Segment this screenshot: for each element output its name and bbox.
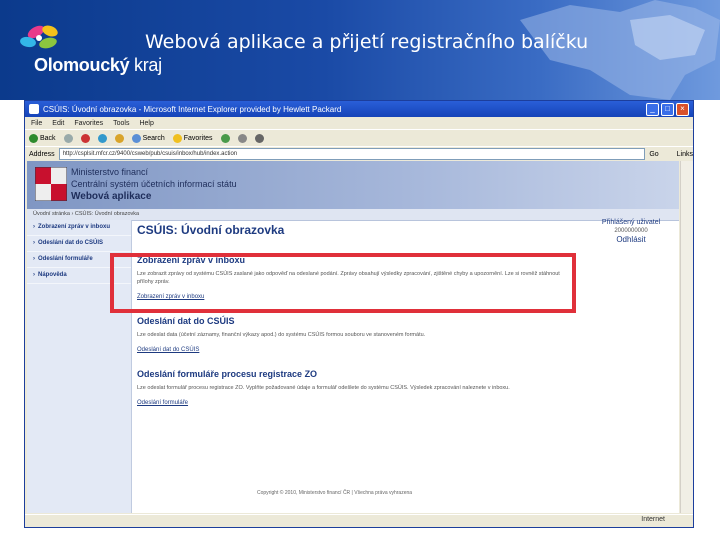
star-icon <box>172 133 182 143</box>
vertical-scrollbar[interactable] <box>680 161 693 513</box>
page-heading: CSÚIS: Úvodní obrazovka <box>137 223 285 237</box>
search-icon <box>131 133 141 143</box>
address-input[interactable]: http://csplsit.mfcr.cz/9400/csweb/pub/cs… <box>58 148 646 160</box>
search-label: Search <box>142 134 165 142</box>
ministry-name: Ministerstvo financí <box>71 167 149 177</box>
address-label: Address <box>29 150 55 158</box>
web-page: Ministerstvo financí Centrální systém úč… <box>27 161 679 513</box>
go-button[interactable]: Go <box>649 151 658 158</box>
refresh-button[interactable] <box>97 133 107 143</box>
search-button[interactable]: Search <box>131 133 165 143</box>
close-button[interactable]: × <box>676 103 689 116</box>
stop-icon <box>80 133 90 143</box>
logo-text-bold: Olomoucký <box>34 55 130 75</box>
history-button[interactable] <box>220 133 230 143</box>
section-link-registration[interactable]: Odeslání formuláře <box>137 400 577 406</box>
ministry-banner: Ministerstvo financí Centrální systém úč… <box>27 161 679 209</box>
section-title-send-data: Odeslání dat do CSÚIS <box>137 316 235 326</box>
favorites-label: Favorites <box>183 134 213 142</box>
page-footer: Copyright © 2010, Ministerstvo financí Č… <box>257 490 413 496</box>
back-button[interactable]: Back <box>29 133 56 143</box>
history-icon <box>220 133 230 143</box>
logo-text: Olomoucký kraj <box>34 55 162 76</box>
links-button[interactable]: Links <box>677 151 693 158</box>
user-label: Přihlášený uživatel <box>601 219 661 226</box>
menu-help[interactable]: Help <box>139 120 153 127</box>
logo-text-light: kraj <box>134 55 162 75</box>
print-icon <box>254 133 264 143</box>
browser-titlebar: CSÚIS: Úvodní obrazovka - Microsoft Inte… <box>25 101 693 117</box>
forward-arrow-icon <box>63 133 73 143</box>
highlight-box <box>110 253 576 313</box>
user-box: Přihlášený uživatel 2000000000 Odhlásit <box>590 219 672 244</box>
system-name: Centrální systém účetních informací stát… <box>71 179 237 189</box>
window-title: CSÚIS: Úvodní obrazovka - Microsoft Inte… <box>43 104 342 114</box>
refresh-icon <box>97 133 107 143</box>
app-name: Webová aplikace <box>71 191 152 202</box>
maximize-button[interactable]: □ <box>661 103 674 116</box>
nav-item-send-data[interactable]: Odeslání dat do CSÚIS <box>27 236 131 252</box>
mail-icon <box>237 133 247 143</box>
browser-toolbar: Back Search Favorites <box>25 129 693 146</box>
back-arrow-icon <box>29 133 38 143</box>
back-label: Back <box>40 134 56 142</box>
menu-favorites[interactable]: Favorites <box>74 120 103 127</box>
home-icon <box>114 133 124 143</box>
status-zone: Internet <box>641 516 665 523</box>
slide-title: Webová aplikace a přijetí registračního … <box>145 31 589 53</box>
forward-button[interactable] <box>63 133 73 143</box>
logout-link[interactable]: Odhlásit <box>590 235 672 244</box>
browser-window: CSÚIS: Úvodní obrazovka - Microsoft Inte… <box>24 100 694 528</box>
menu-file[interactable]: File <box>31 120 42 127</box>
section-title-registration: Odeslání formuláře procesu registrace ZO <box>137 369 318 379</box>
slide-header: Olomoucký kraj Webová aplikace a přijetí… <box>0 0 720 100</box>
status-bar: Internet <box>25 514 693 527</box>
stop-button[interactable] <box>80 133 90 143</box>
section-text-registration: Lze odeslat formulář procesu registrace … <box>137 385 510 391</box>
user-id: 2000000000 <box>614 228 648 234</box>
print-button[interactable] <box>254 133 264 143</box>
home-button[interactable] <box>114 133 124 143</box>
mail-button[interactable] <box>237 133 247 143</box>
minimize-button[interactable]: _ <box>646 103 659 116</box>
favorites-button[interactable]: Favorites <box>172 133 213 143</box>
menu-edit[interactable]: Edit <box>52 120 64 127</box>
ie-icon <box>29 104 39 114</box>
coat-of-arms-icon <box>35 167 67 201</box>
nav-item-inbox[interactable]: Zobrazení zpráv v inboxu <box>27 220 131 236</box>
section-text-send-data: Lze odeslat data (účetní záznamy, finanč… <box>137 332 426 338</box>
menu-bar: File Edit Favorites Tools Help <box>25 117 693 129</box>
address-bar: Address http://csplsit.mfcr.cz/9400/cswe… <box>25 146 693 161</box>
menu-tools[interactable]: Tools <box>113 120 129 127</box>
main-content: CSÚIS: Úvodní obrazovka Zobrazení zpráv … <box>137 221 577 406</box>
section-link-send-data[interactable]: Odeslání dat do CSÚIS <box>137 347 577 353</box>
